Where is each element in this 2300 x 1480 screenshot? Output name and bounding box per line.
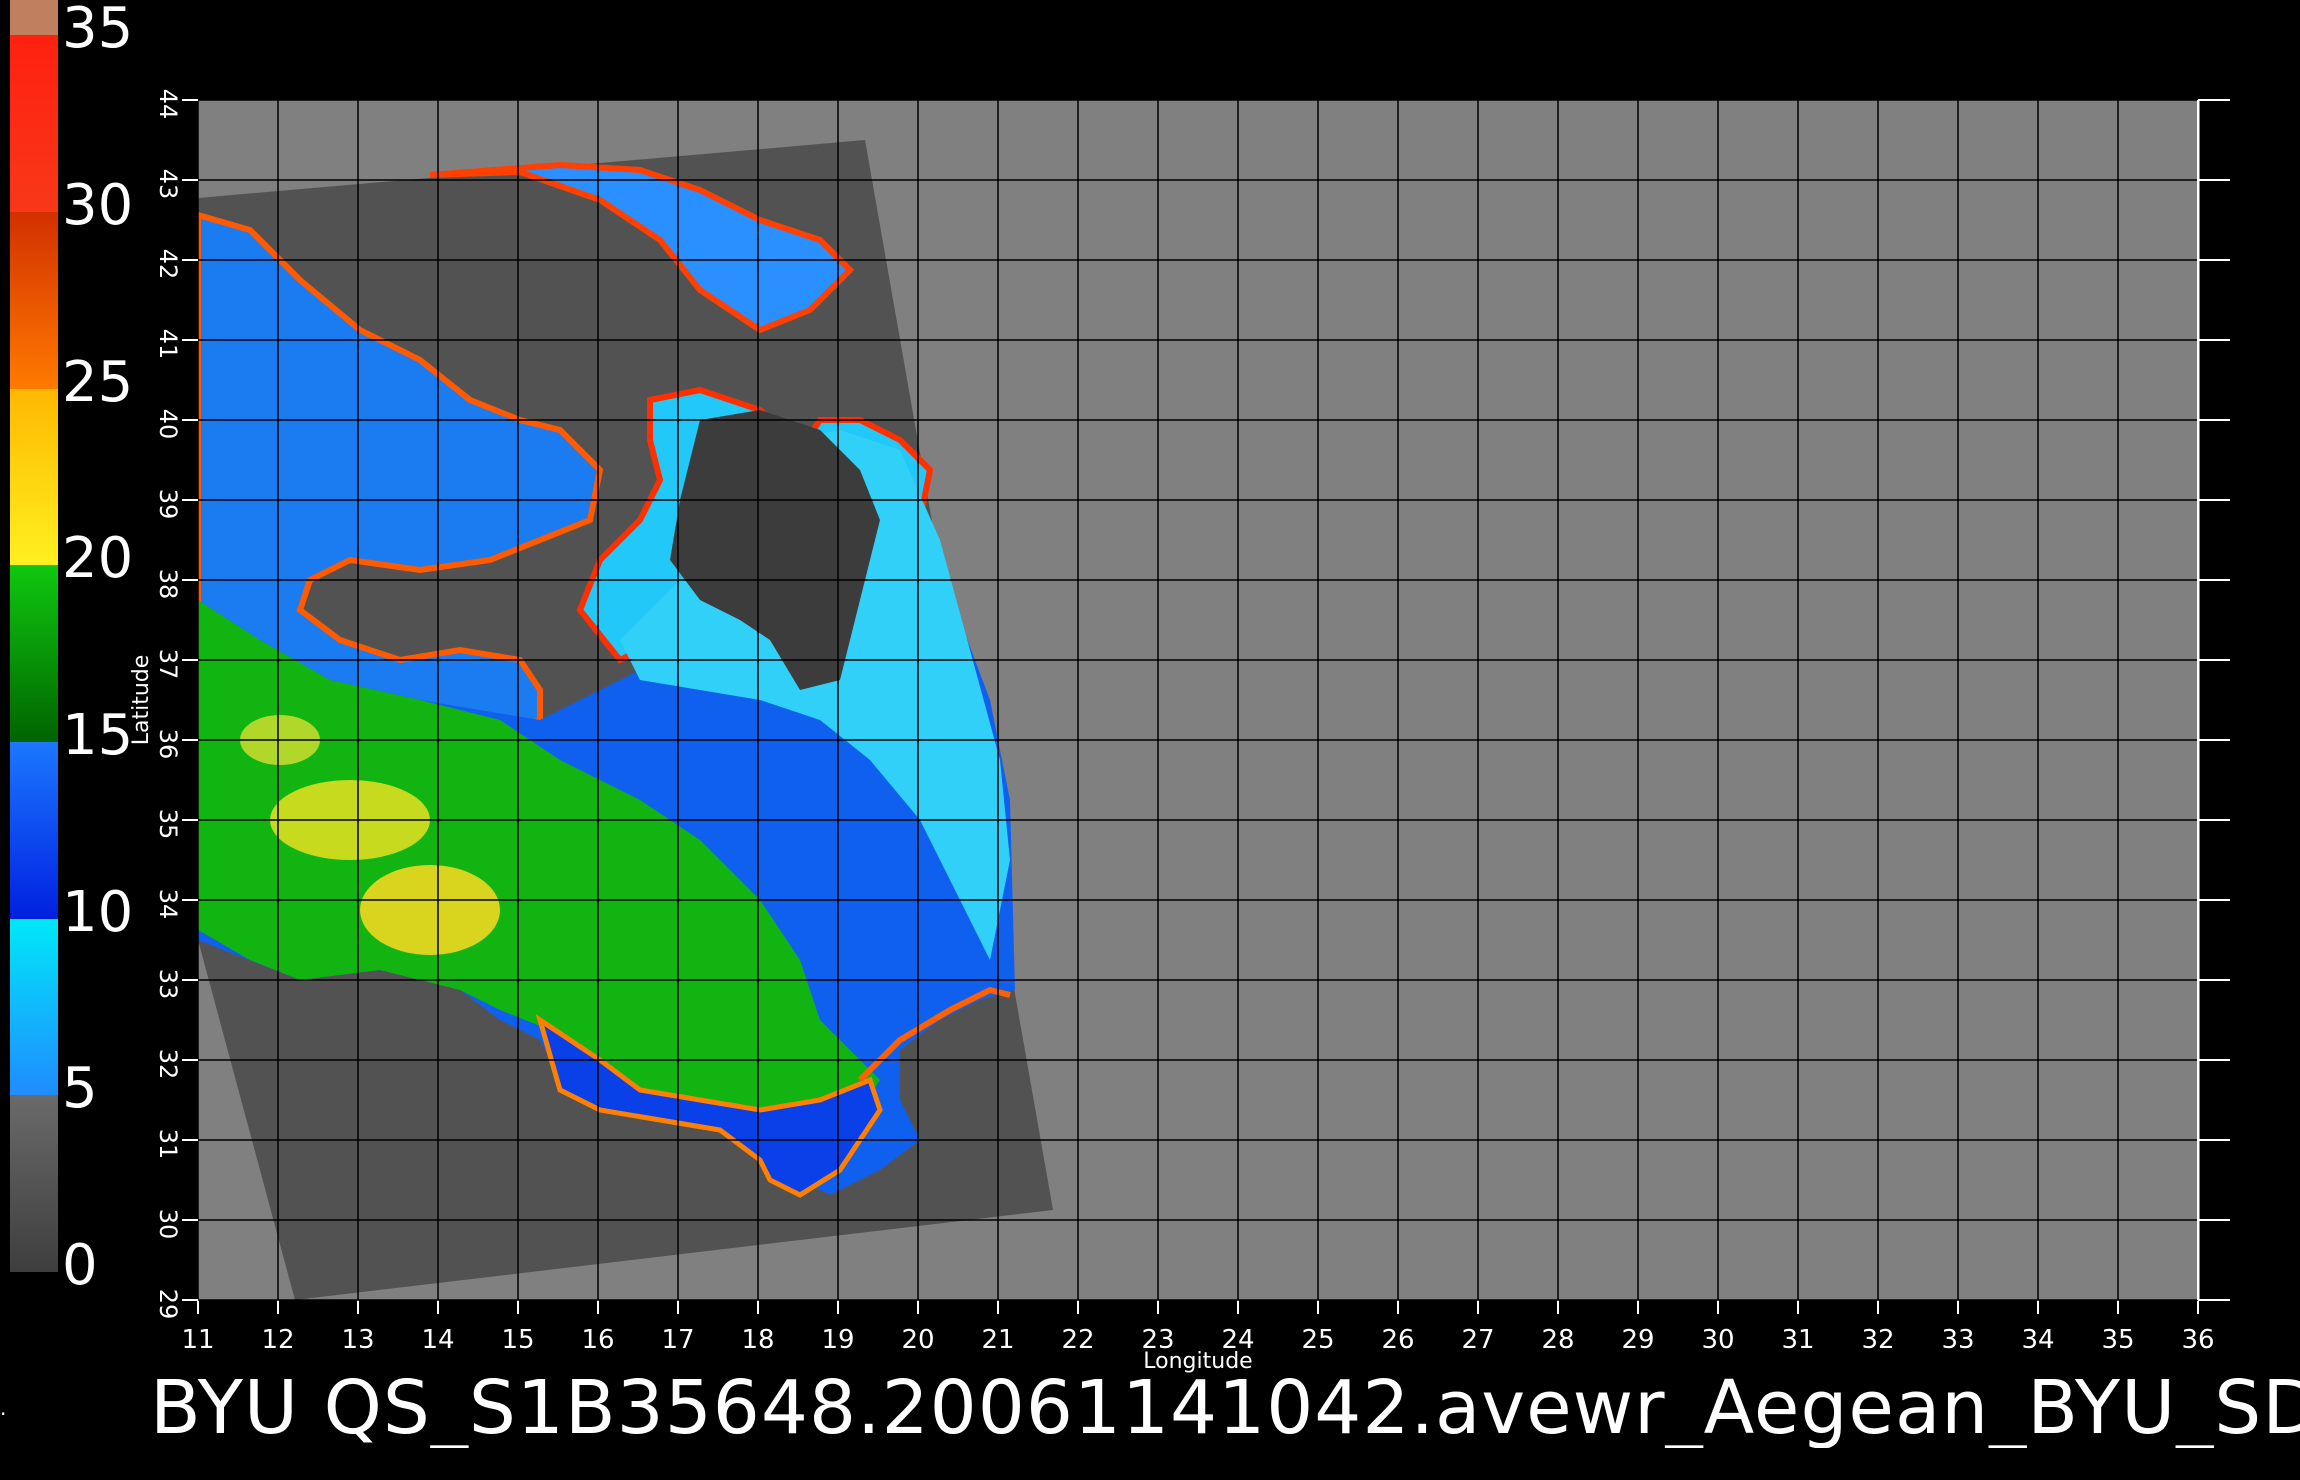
latitude-tick-label: 35 bbox=[154, 809, 182, 840]
latitude-tick-label: 33 bbox=[154, 969, 182, 1000]
latitude-tick-labels: 29 30 31 32 33 34 35 36 37 38 39 40 41 42 43 44 bbox=[154, 89, 182, 1320]
longitude-tick-label: 21 bbox=[981, 1325, 1014, 1355]
latitude-tick-label: 39 bbox=[154, 489, 182, 520]
longitude-tick-label: 36 bbox=[2181, 1325, 2214, 1355]
latitude-tick-label: 40 bbox=[154, 409, 182, 440]
latitude-tick-label: 42 bbox=[154, 249, 182, 280]
latitude-tick-label: 32 bbox=[154, 1049, 182, 1080]
latitude-tick-label: 34 bbox=[154, 889, 182, 920]
latitude-tick-label: 37 bbox=[154, 649, 182, 680]
longitude-tick-label: 27 bbox=[1461, 1325, 1494, 1355]
longitude-tick-label: 20 bbox=[901, 1325, 934, 1355]
longitude-tick-label: 28 bbox=[1541, 1325, 1574, 1355]
latitude-tick-label: 38 bbox=[154, 569, 182, 600]
latitude-tick-label: 36 bbox=[154, 729, 182, 760]
latitude-tick-label: 44 bbox=[154, 89, 182, 120]
y-axis-label: Latitude bbox=[129, 655, 154, 746]
longitude-tick-label: 25 bbox=[1301, 1325, 1334, 1355]
longitude-tick-label: 13 bbox=[341, 1325, 374, 1355]
longitude-tick-label: 12 bbox=[261, 1325, 294, 1355]
longitude-tick-label: 15 bbox=[501, 1325, 534, 1355]
longitude-tick-label: 16 bbox=[581, 1325, 614, 1355]
longitude-tick-label: 34 bbox=[2021, 1325, 2054, 1355]
longitude-tick-label: 11 bbox=[181, 1325, 214, 1355]
longitude-tick-label: 19 bbox=[821, 1325, 854, 1355]
longitude-tick-label: 22 bbox=[1061, 1325, 1094, 1355]
latitude-tick-label: 29 bbox=[154, 1289, 182, 1320]
latitude-tick-label: 41 bbox=[154, 329, 182, 360]
longitude-tick-label: 29 bbox=[1621, 1325, 1654, 1355]
longitude-tick-label: 18 bbox=[741, 1325, 774, 1355]
image-title: BYU QS_S1B35648.20061141042.avewr_Aegean… bbox=[150, 1368, 2300, 1448]
longitude-tick-label: 32 bbox=[1861, 1325, 1894, 1355]
edge-marker: · bbox=[0, 1402, 7, 1426]
longitude-tick-label: 30 bbox=[1701, 1325, 1734, 1355]
longitude-tick-label: 26 bbox=[1381, 1325, 1414, 1355]
longitude-tick-label: 35 bbox=[2101, 1325, 2134, 1355]
latitude-tick-label: 30 bbox=[154, 1209, 182, 1240]
longitude-tick-label: 17 bbox=[661, 1325, 694, 1355]
longitude-tick-label: 31 bbox=[1781, 1325, 1814, 1355]
wind-map: 11 12 13 14 15 16 17 18 19 20 21 22 23 24 25 26 27 28 29 30… bbox=[129, 70, 2230, 1374]
latitude-tick-label: 31 bbox=[154, 1129, 182, 1160]
latitude-tick-label: 43 bbox=[154, 169, 182, 200]
longitude-tick-label: 14 bbox=[421, 1325, 454, 1355]
longitude-tick-label: 33 bbox=[1941, 1325, 1974, 1355]
